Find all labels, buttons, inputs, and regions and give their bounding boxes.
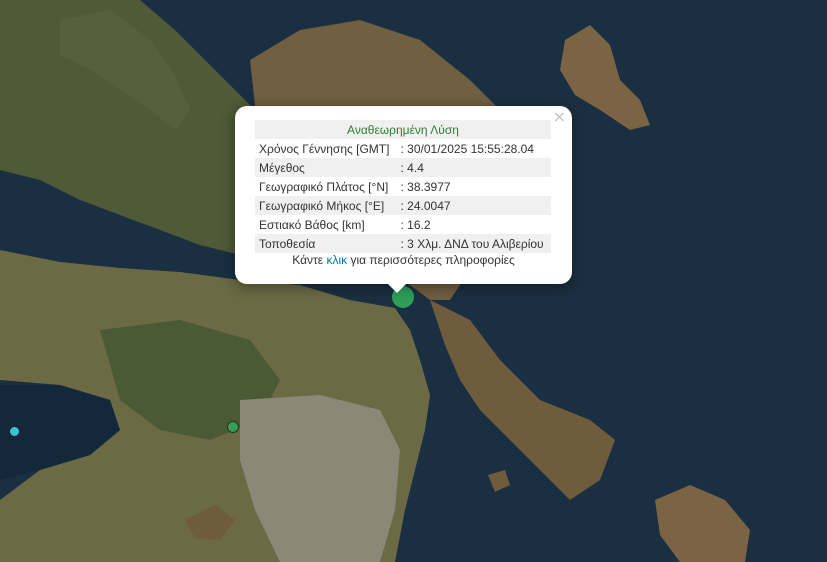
more-info-text: Κάντε κλικ για περισσότερες πληροφορίες: [235, 253, 572, 267]
earthquake-marker-green[interactable]: [227, 421, 239, 433]
popup-tip: [387, 283, 407, 293]
info-value: : 16.2: [400, 217, 431, 232]
info-value: : 3 Χλμ. ΔΝΔ του Αλιβερίου: [396, 234, 551, 253]
info-label: Τοποθεσία: [255, 234, 397, 253]
more-info-link[interactable]: κλικ: [326, 253, 347, 267]
info-value: : 4.4: [396, 158, 551, 177]
info-row: Τοποθεσία : 3 Χλμ. ΔΝΔ του Αλιβερίου: [255, 234, 551, 253]
popup-title: Αναθεωρημένη Λύση: [255, 120, 551, 139]
earthquake-info-table: Αναθεωρημένη Λύση Χρόνος Γέννησης [GMT] …: [255, 120, 551, 253]
more-info-suffix: για περισσότερες πληροφορίες: [347, 253, 515, 267]
info-label: Μέγεθος: [255, 158, 397, 177]
info-row: Γεωγραφικό Πλάτος [°N] : 38.3977: [255, 177, 551, 196]
info-row: Εστιακό Βάθος [km] : 16.2: [255, 215, 551, 234]
close-icon[interactable]: ×: [553, 109, 566, 125]
more-info-prefix: Κάντε: [292, 253, 327, 267]
info-label: Γεωγραφικό Πλάτος [°N]: [259, 179, 389, 194]
map-view[interactable]: × Αναθεωρημένη Λύση Χρόνος Γέννησης [GMT…: [0, 0, 827, 562]
earthquake-popup: × Αναθεωρημένη Λύση Χρόνος Γέννησης [GMT…: [235, 106, 572, 284]
info-row: Χρόνος Γέννησης [GMT] : 30/01/2025 15:55…: [255, 139, 551, 158]
info-value: : 30/01/2025 15:55:28.04: [400, 141, 534, 156]
earthquake-marker-cyan[interactable]: [10, 427, 19, 436]
info-value: : 38.3977: [400, 179, 451, 194]
info-row: Γεωγραφικό Μήκος [°E] : 24.0047: [255, 196, 551, 215]
info-label: Χρόνος Γέννησης [GMT]: [259, 141, 390, 156]
info-label: Εστιακό Βάθος [km]: [259, 217, 365, 232]
info-value: : 24.0047: [396, 196, 551, 215]
info-label: Γεωγραφικό Μήκος [°E]: [255, 196, 397, 215]
info-row: Μέγεθος : 4.4: [255, 158, 551, 177]
